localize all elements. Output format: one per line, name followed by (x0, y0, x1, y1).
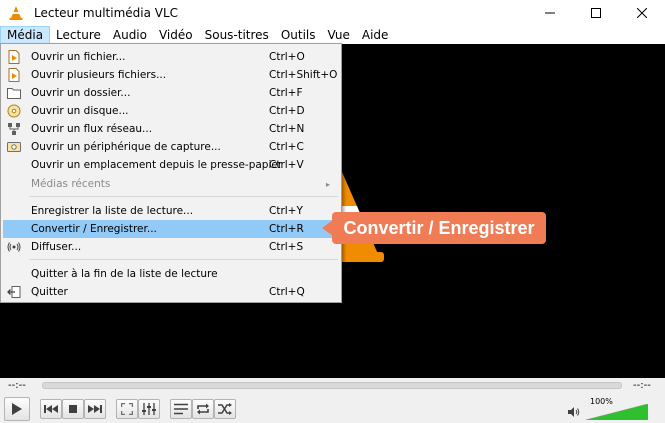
menu-subtitles[interactable]: Sous-titres (199, 26, 275, 44)
fullscreen-button[interactable] (116, 399, 138, 419)
play-button[interactable] (4, 397, 30, 421)
menu-item-stream[interactable]: Diffuser... Ctrl+S (3, 238, 340, 256)
playlist-button[interactable] (170, 399, 192, 419)
menu-view[interactable]: Vue (322, 26, 356, 44)
menu-item-convert-save[interactable]: Convertir / Enregistrer... Ctrl+R (3, 220, 340, 238)
playlist-icon (174, 403, 188, 415)
menu-lecture[interactable]: Lecture (50, 26, 107, 44)
files-icon (7, 68, 21, 82)
menu-tools[interactable]: Outils (275, 26, 322, 44)
title-bar: Lecteur multimédia VLC (0, 0, 665, 26)
remaining-time: --:-- (633, 380, 651, 391)
menu-bar: Média Lecture Audio Vidéo Sous-titres Ou… (0, 26, 665, 44)
window-title: Lecteur multimédia VLC (34, 6, 179, 20)
menu-help[interactable]: Aide (356, 26, 395, 44)
loop-icon (197, 403, 209, 415)
menu-separator (29, 259, 338, 260)
close-button[interactable] (619, 0, 665, 26)
menu-media[interactable]: Média (0, 26, 51, 44)
stream-icon (7, 240, 21, 254)
capture-device-icon (7, 140, 21, 154)
stop-icon (69, 405, 77, 413)
extended-settings-button[interactable] (138, 399, 160, 419)
menu-item-quit-end-playlist[interactable]: Quitter à la fin de la liste de lecture (3, 265, 340, 283)
next-button[interactable] (84, 399, 106, 419)
stop-button[interactable] (62, 399, 84, 419)
previous-icon (44, 405, 58, 413)
menu-item-open-capture[interactable]: Ouvrir un périphérique de capture... Ctr… (3, 138, 340, 156)
play-icon (12, 403, 22, 415)
disc-icon (7, 104, 21, 118)
menu-item-open-clipboard[interactable]: Ouvrir un emplacement depuis le presse-p… (3, 156, 340, 174)
callout-convert-save: Convertir / Enregistrer (332, 212, 546, 244)
close-icon (637, 8, 647, 18)
seek-bar-area: --:-- --:-- (0, 378, 665, 395)
volume-slider[interactable] (586, 404, 648, 420)
next-icon (88, 405, 102, 413)
minimize-button[interactable] (527, 0, 573, 26)
menu-item-save-playlist[interactable]: Enregistrer la liste de lecture... Ctrl+… (3, 202, 340, 220)
menu-audio[interactable]: Audio (107, 26, 153, 44)
quit-icon (7, 285, 21, 299)
loop-button[interactable] (192, 399, 214, 419)
seek-slider[interactable] (42, 382, 622, 389)
shuffle-button[interactable] (214, 399, 236, 419)
menu-video[interactable]: Vidéo (153, 26, 199, 44)
vlc-cone-icon (8, 5, 24, 21)
menu-item-open-network[interactable]: Ouvrir un flux réseau... Ctrl+N (3, 120, 340, 138)
network-icon (7, 122, 21, 136)
menu-item-quit[interactable]: Quitter Ctrl+Q (3, 283, 340, 301)
menu-item-open-disc[interactable]: Ouvrir un disque... Ctrl+D (3, 102, 340, 120)
menu-item-open-file[interactable]: Ouvrir un fichier... Ctrl+O (3, 48, 340, 66)
control-bar: 100% (0, 395, 665, 423)
menu-item-open-folder[interactable]: Ouvrir un dossier... Ctrl+F (3, 84, 340, 102)
previous-button[interactable] (40, 399, 62, 419)
minimize-icon (545, 12, 555, 14)
menu-separator (29, 196, 338, 197)
elapsed-time: --:-- (8, 380, 26, 391)
media-menu: Ouvrir un fichier... Ctrl+O Ouvrir plusi… (0, 43, 342, 303)
speaker-icon[interactable] (568, 407, 580, 417)
maximize-icon (591, 8, 601, 18)
shuffle-icon (218, 403, 232, 415)
submenu-arrow-icon: ▸ (326, 179, 331, 189)
extended-settings-icon (142, 403, 156, 415)
fullscreen-icon (121, 403, 133, 415)
folder-icon (7, 86, 21, 100)
menu-item-recent-media[interactable]: Médias récents ▸ (3, 175, 340, 193)
file-icon (7, 50, 21, 64)
menu-item-open-multiple[interactable]: Ouvrir plusieurs fichiers... Ctrl+Shift+… (3, 66, 340, 84)
maximize-button[interactable] (573, 0, 619, 26)
